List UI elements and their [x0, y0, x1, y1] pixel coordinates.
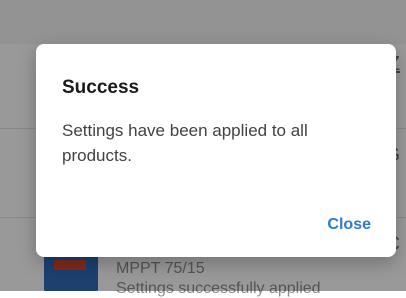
- dialog-message: Settings have been applied to all produc…: [62, 121, 308, 165]
- success-dialog: Success Settings have been applied to al…: [36, 44, 396, 257]
- close-button[interactable]: Close: [327, 216, 371, 234]
- dialog-title: Success: [62, 77, 140, 98]
